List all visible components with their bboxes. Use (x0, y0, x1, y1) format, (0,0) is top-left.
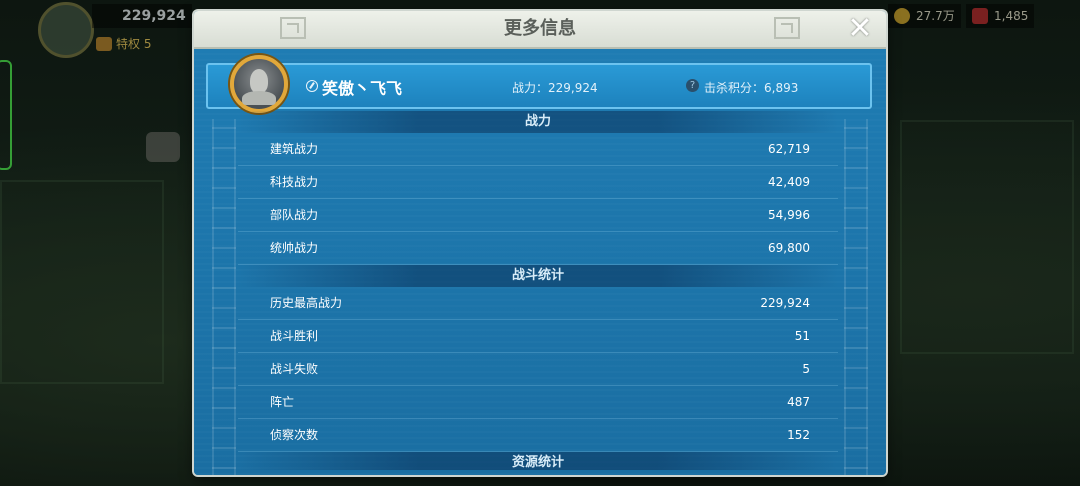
modal-header: 更多信息 ✕ (194, 11, 886, 49)
table-row: 历史最高战力 229,924 (238, 287, 838, 320)
stat-label: 科技战力 (270, 175, 319, 189)
border-ornament (212, 119, 236, 475)
gem-icon (972, 8, 988, 24)
stat-label: 战斗胜利 (270, 329, 319, 343)
stat-value: 54,996 (768, 208, 810, 222)
vip-icon (96, 37, 112, 51)
close-button[interactable]: ✕ (846, 14, 874, 44)
stat-value: 42,409 (768, 175, 810, 189)
table-row: 侦察次数 152 (238, 419, 838, 452)
stat-value: 5 (802, 362, 810, 376)
player-avatar[interactable] (230, 55, 288, 113)
resource-gems[interactable]: 1,485 (966, 4, 1035, 28)
map-building-icon[interactable] (146, 132, 180, 162)
modal-body: 笑傲丶飞飞 战力：229,924 ? 击杀积分：6,893 战力 建筑战力 62… (194, 49, 886, 475)
stat-label: 侦察次数 (270, 428, 319, 442)
kill-points: 击杀积分：6,893 (704, 81, 799, 95)
table-row: 战斗失败 5 (238, 353, 838, 386)
stat-value: 229,924 (760, 296, 810, 310)
stat-value: 62,719 (768, 142, 810, 156)
hud-power: 229,924 (92, 4, 192, 28)
resource-gold[interactable]: 27.7万 (888, 4, 961, 28)
more-info-modal: 更多信息 ✕ 笑傲丶飞飞 战力：229,924 ? 击杀积分：6,893 战力 … (194, 11, 886, 475)
player-power: 战力：229,924 (512, 81, 598, 95)
stat-label: 战斗失败 (270, 362, 319, 376)
stat-label: 统帅战力 (270, 241, 319, 255)
modal-title: 更多信息 (504, 18, 576, 39)
table-row: 建筑战力 62,719 (238, 133, 838, 166)
section-header-power: 战力 (238, 111, 838, 133)
stat-value: 487 (787, 395, 810, 409)
stat-label: 阵亡 (270, 395, 295, 409)
table-row: 统帅战力 69,800 (238, 232, 838, 265)
section-header-text: 资源统计 (238, 452, 838, 470)
table-row: 科技战力 42,409 (238, 166, 838, 199)
vip-badge[interactable]: 特权 5 (96, 34, 158, 54)
stat-value: 51 (794, 329, 810, 343)
edit-icon[interactable] (306, 80, 318, 92)
stat-label: 建筑战力 (270, 142, 319, 156)
help-icon[interactable]: ? (686, 79, 699, 92)
vip-label: 特权 5 (116, 37, 152, 51)
hud-avatar[interactable] (38, 2, 94, 58)
stats-list[interactable]: 战力 建筑战力 62,719 科技战力 42,409 部队战力 54,996 统… (238, 111, 838, 470)
section-header-resource-stats: 资源统计 (238, 452, 838, 470)
border-ornament (844, 119, 868, 475)
gold-amount: 27.7万 (916, 9, 955, 23)
stat-value: 152 (787, 428, 810, 442)
player-name: 笑傲丶飞飞 (322, 79, 403, 98)
side-panel-tab[interactable] (0, 60, 12, 170)
map-tile (0, 180, 164, 384)
gem-amount: 1,485 (994, 9, 1029, 23)
section-header-battle-stats: 战斗统计 (238, 265, 838, 287)
player-banner: 笑傲丶飞飞 战力：229,924 ? 击杀积分：6,893 (206, 55, 872, 113)
gold-icon (894, 8, 910, 24)
table-row: 战斗胜利 51 (238, 320, 838, 353)
stat-label: 历史最高战力 (270, 296, 343, 310)
table-row: 部队战力 54,996 (238, 199, 838, 232)
table-row: 阵亡 487 (238, 386, 838, 419)
stat-value: 69,800 (768, 241, 810, 255)
stat-label: 部队战力 (270, 208, 319, 222)
map-tile (900, 120, 1074, 354)
